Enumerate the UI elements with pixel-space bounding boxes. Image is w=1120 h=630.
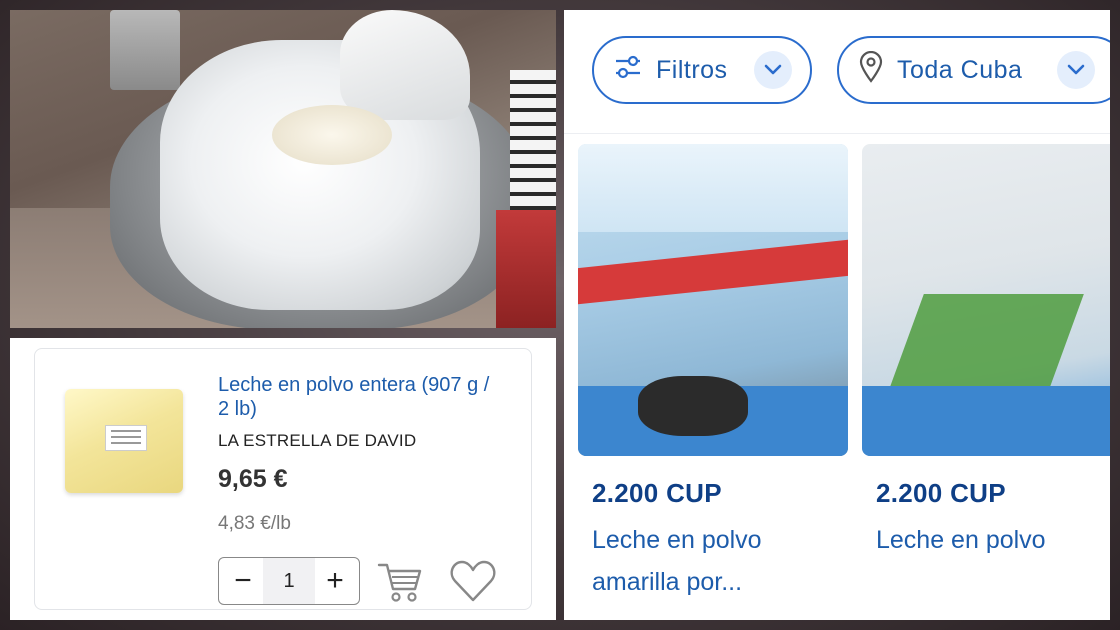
product-price: 9,65 €	[218, 465, 288, 493]
photo-red-cloth	[496, 210, 556, 328]
location-button[interactable]: Toda Cuba	[837, 36, 1110, 104]
photo-milk-powder	[272, 105, 392, 165]
listing-title[interactable]: Leche en polvo	[862, 519, 1110, 561]
decrease-button[interactable]: −	[231, 566, 255, 596]
listing-image[interactable]	[578, 144, 848, 456]
listing-price: 2.200 CUP	[592, 478, 722, 508]
product-card[interactable]: Leche en polvo entera (907 g / 2 lb) LA …	[34, 348, 532, 610]
product-photo	[10, 10, 556, 328]
listing-price: 2.200 CUP	[876, 478, 1006, 508]
increase-button[interactable]: +	[323, 566, 347, 596]
chevron-down-icon	[754, 51, 792, 89]
store-product-panel: Leche en polvo entera (907 g / 2 lb) LA …	[10, 338, 556, 620]
location-pin-icon	[859, 50, 883, 90]
product-store: LA ESTRELLA DE DAVID	[218, 431, 417, 450]
image-brand-area	[578, 144, 848, 232]
filter-bar: Filtros Toda Cuba	[564, 10, 1110, 134]
location-label: Toda Cuba	[897, 55, 1023, 84]
photo-bag-handle	[340, 10, 470, 120]
sliders-icon	[614, 54, 642, 87]
listing-card[interactable]: 2.200 CUP Leche en polvo amarilla por...	[578, 144, 848, 603]
photo-person-arm	[510, 70, 556, 220]
heart-icon[interactable]	[447, 557, 499, 605]
quantity-stepper: − 1 +	[218, 557, 360, 605]
listing-title[interactable]: Leche en polvo amarilla por...	[578, 519, 848, 603]
product-title[interactable]: Leche en polvo entera (907 g / 2 lb)	[218, 373, 498, 421]
filters-label: Filtros	[656, 55, 728, 84]
image-blue-base	[862, 386, 1110, 456]
quantity-value[interactable]: 1	[263, 558, 315, 604]
listing-card[interactable]: 2.200 CUP Leche en polvo	[862, 144, 1110, 561]
cart-icon[interactable]	[375, 557, 425, 605]
product-thumbnail[interactable]	[65, 389, 183, 493]
marketplace-panel: Filtros Toda Cuba 2.200 CUP Leche en pol…	[564, 10, 1110, 620]
photo-machine	[110, 10, 180, 90]
thumbnail-label	[105, 425, 147, 451]
product-unit-price: 4,83 €/lb	[218, 513, 291, 534]
chevron-down-icon	[1057, 51, 1095, 89]
listing-image[interactable]	[862, 144, 1110, 456]
image-red-stripe	[578, 238, 848, 306]
image-cow-graphic	[638, 376, 748, 436]
filters-button[interactable]: Filtros	[592, 36, 812, 104]
